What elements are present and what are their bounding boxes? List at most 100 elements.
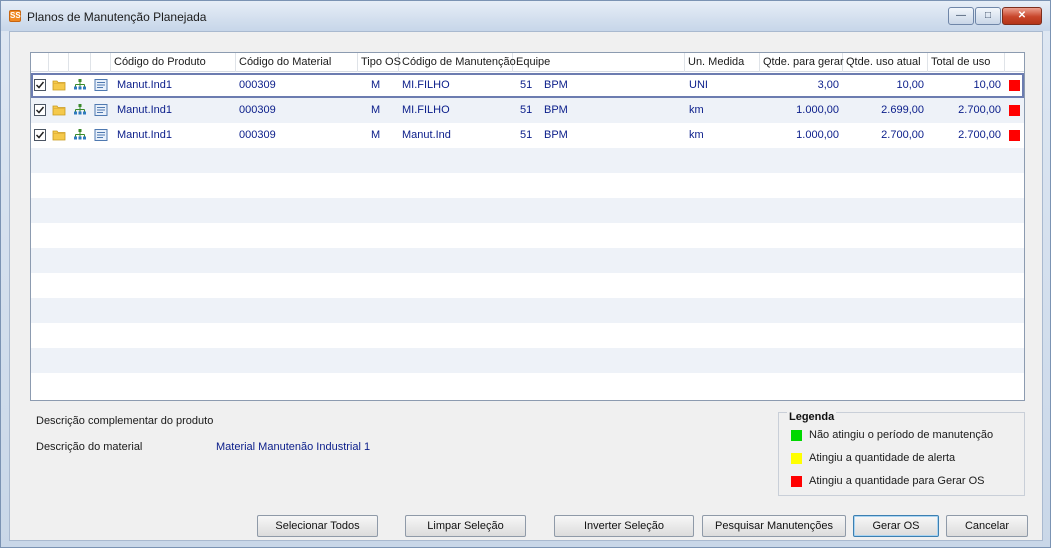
window-title: Planos de Manutenção Planejada (27, 10, 207, 24)
header-codigo-produto[interactable]: Código do Produto (111, 53, 236, 72)
legend-text-red: Atingiu a quantidade para Gerar OS (809, 475, 985, 487)
header-codigo-manutencao[interactable]: Código de Manutenção (399, 53, 516, 72)
cell-codigo-material: 000309 (239, 129, 276, 141)
folder-icon[interactable] (52, 128, 66, 142)
row-checkbox[interactable] (34, 79, 46, 91)
cell-total-uso: 10,00 (973, 79, 1001, 91)
header-detail-col (91, 53, 111, 72)
cell-equipe-num: 51 (520, 79, 533, 91)
cell-tipo-os: M (371, 104, 381, 116)
generate-os-button[interactable]: Gerar OS (853, 515, 939, 537)
header-folder-col (49, 53, 69, 72)
header-total-uso[interactable]: Total de uso (928, 53, 1005, 72)
empty-row (31, 173, 1024, 198)
clear-selection-button[interactable]: Limpar Seleção (405, 515, 526, 537)
cell-qtde-atual: 2.700,00 (881, 129, 924, 141)
folder-icon[interactable] (52, 78, 66, 92)
row-checkbox[interactable] (34, 129, 46, 141)
hierarchy-icon[interactable] (73, 128, 87, 142)
cell-equipe-num: 51 (520, 129, 533, 141)
grid-header: Código do Produto Código do Material Tip… (31, 53, 1024, 72)
cancel-button[interactable]: Cancelar (946, 515, 1028, 537)
cell-equipe-nome: BPM (544, 129, 568, 141)
header-codigo-material[interactable]: Código do Material (236, 53, 358, 72)
cell-codigo-manutencao: Manut.Ind (402, 129, 451, 141)
desc-produto-label: Descrição complementar do produto (36, 415, 214, 427)
header-tree-col (69, 53, 91, 72)
hierarchy-icon[interactable] (73, 103, 87, 117)
empty-row (31, 148, 1024, 173)
invert-selection-button[interactable]: Inverter Seleção (554, 515, 694, 537)
empty-row (31, 373, 1024, 398)
table-row[interactable]: Manut.Ind1 000309 M MI.FILHO 51 BPM km 1.000,00… (31, 98, 1024, 123)
legend-text-green: Não atingiu o período de manutenção (809, 429, 994, 441)
close-button[interactable]: ✕ (1002, 7, 1042, 25)
table-row[interactable]: Manut.Ind1 000309 M MI.FILHO 51 BPM UNI 3,00 10,… (31, 73, 1024, 98)
window-controls: — □ ✕ (948, 7, 1042, 25)
cell-equipe-nome: BPM (544, 104, 568, 116)
cell-codigo-material: 000309 (239, 104, 276, 116)
title-bar[interactable]: SS Planos de Manutenção Planejada — □ ✕ (1, 1, 1050, 31)
details-icon[interactable] (94, 78, 108, 92)
cell-total-uso: 2.700,00 (958, 104, 1001, 116)
header-qtde-gerar[interactable]: Qtde. para gerar (760, 53, 844, 72)
empty-row (31, 248, 1024, 273)
row-checkbox[interactable] (34, 104, 46, 116)
maintenance-grid[interactable]: Código do Produto Código do Material Tip… (30, 52, 1025, 401)
app-icon: SS (9, 10, 21, 22)
green-status-swatch (791, 430, 802, 441)
minimize-button[interactable]: — (948, 7, 974, 25)
status-indicator (1009, 80, 1020, 91)
header-equipe[interactable]: Equipe (513, 53, 685, 72)
hierarchy-icon[interactable] (73, 78, 87, 92)
cell-codigo-produto: Manut.Ind1 (117, 129, 173, 141)
empty-row (31, 348, 1024, 373)
cell-qtde-atual: 10,00 (896, 79, 924, 91)
cell-codigo-manutencao: MI.FILHO (402, 104, 450, 116)
header-checkbox-col[interactable] (31, 53, 49, 72)
legend-box: Legenda Não atingiu o período de manuten… (778, 411, 1025, 496)
desc-material-value: Material Manutenão Industrial 1 (216, 441, 371, 453)
select-all-button[interactable]: Selecionar Todos (257, 515, 378, 537)
maximize-button[interactable]: □ (975, 7, 1001, 25)
cell-un-medida: km (689, 129, 704, 141)
header-qtde-atual[interactable]: Qtde. uso atual (843, 53, 928, 72)
dialog-body: Código do Produto Código do Material Tip… (9, 31, 1043, 541)
cell-un-medida: km (689, 104, 704, 116)
header-status-col (1005, 53, 1024, 72)
desc-material-label: Descrição do material (36, 441, 143, 453)
cell-codigo-material: 000309 (239, 79, 276, 91)
empty-row (31, 223, 1024, 248)
empty-row (31, 198, 1024, 223)
cell-codigo-manutencao: MI.FILHO (402, 79, 450, 91)
table-row[interactable]: Manut.Ind1 000309 M Manut.Ind 51 BPM km 1.000,0… (31, 123, 1024, 148)
cell-total-uso: 2.700,00 (958, 129, 1001, 141)
details-icon[interactable] (94, 128, 108, 142)
cell-codigo-produto: Manut.Ind1 (117, 104, 173, 116)
header-tipo-os[interactable]: Tipo OS (358, 53, 401, 72)
main-window: SS Planos de Manutenção Planejada — □ ✕ … (0, 0, 1051, 548)
empty-row (31, 273, 1024, 298)
cell-qtde-gerar: 1.000,00 (796, 104, 839, 116)
legend-title: Legenda (787, 411, 837, 423)
red-status-swatch (791, 476, 802, 487)
cell-equipe-num: 51 (520, 104, 533, 116)
cell-tipo-os: M (371, 129, 381, 141)
details-icon[interactable] (94, 103, 108, 117)
cell-tipo-os: M (371, 79, 381, 91)
folder-icon[interactable] (52, 103, 66, 117)
cell-qtde-atual: 2.699,00 (881, 104, 924, 116)
empty-row (31, 298, 1024, 323)
legend-text-yellow: Atingiu a quantidade de alerta (809, 452, 956, 464)
status-indicator (1009, 130, 1020, 141)
cell-qtde-gerar: 3,00 (817, 79, 839, 91)
empty-row (31, 323, 1024, 348)
yellow-status-swatch (791, 453, 802, 464)
cell-codigo-produto: Manut.Ind1 (117, 79, 173, 91)
cell-qtde-gerar: 1.000,00 (796, 129, 839, 141)
cell-un-medida: UNI (689, 79, 708, 91)
status-indicator (1009, 105, 1020, 116)
search-maintenance-button[interactable]: Pesquisar Manutenções (702, 515, 846, 537)
header-un-medida[interactable]: Un. Medida (685, 53, 760, 72)
cell-equipe-nome: BPM (544, 79, 568, 91)
